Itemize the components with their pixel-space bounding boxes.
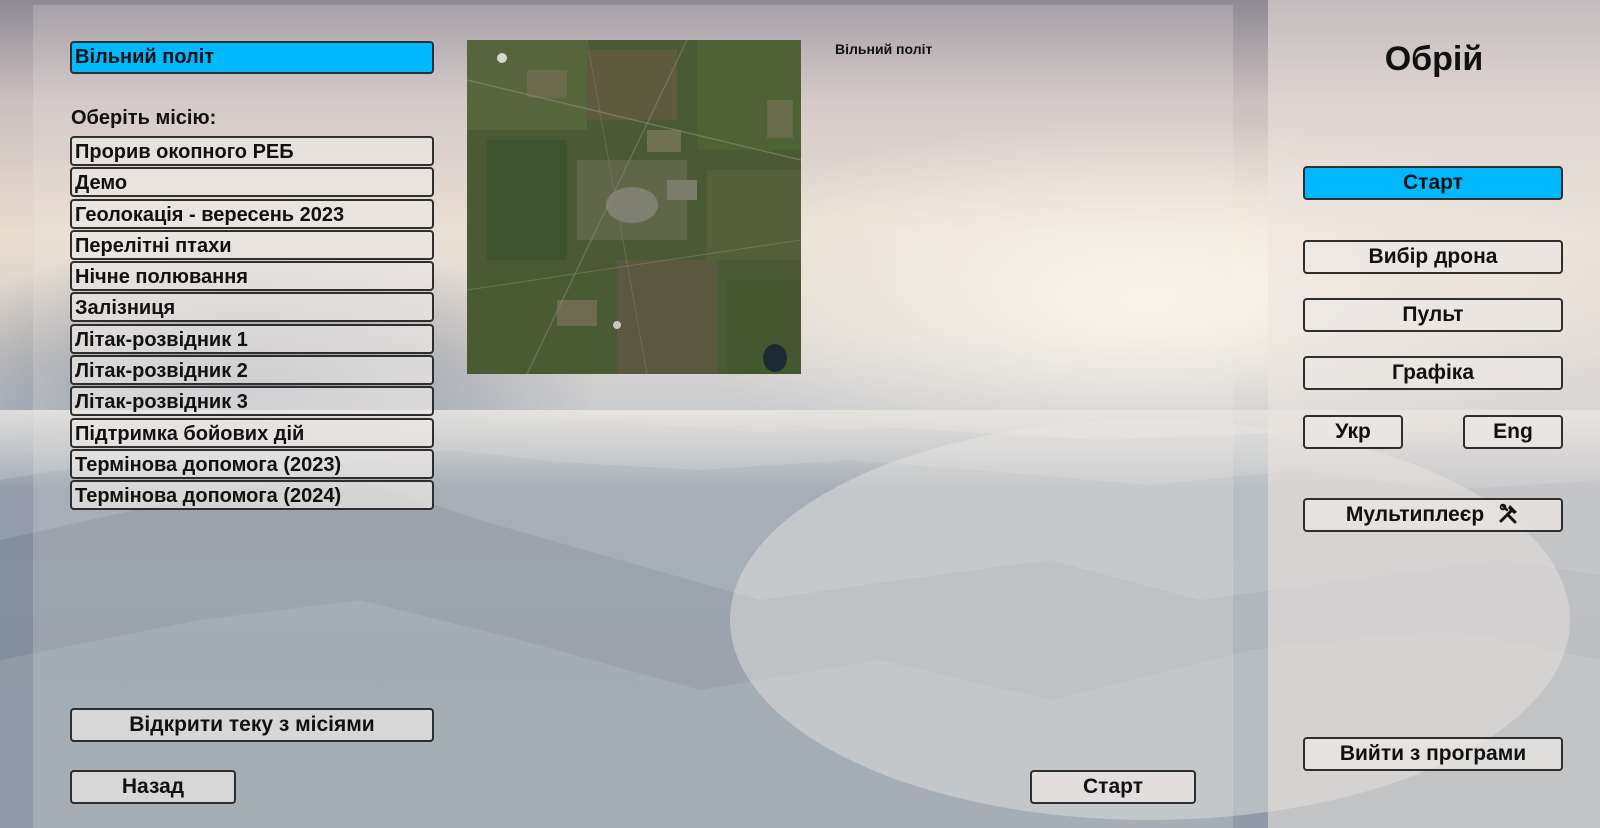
mission-item[interactable]: Літак-розвідник 2 (70, 355, 434, 385)
drone-select-button[interactable]: Вибір дрона (1303, 240, 1563, 274)
mission-item[interactable]: Нічне полювання (70, 261, 434, 291)
graphics-button[interactable]: Графіка (1303, 356, 1563, 390)
start-button[interactable]: Старт (1303, 166, 1563, 200)
game-title: Обрій (1384, 40, 1484, 78)
mission-start-button[interactable]: Старт (1030, 770, 1196, 804)
game-menu-screen: Вільний політ Оберіть місію: Прорив окоп… (0, 0, 1600, 828)
language-eng-button[interactable]: Eng (1463, 415, 1563, 449)
open-missions-folder-button[interactable]: Відкрити теку з місіями (70, 708, 434, 742)
back-button[interactable]: Назад (70, 770, 236, 804)
mission-item[interactable]: Термінова допомога (2023) (70, 449, 434, 479)
multiplayer-label: Мультиплеєр (1345, 503, 1485, 526)
mission-item[interactable]: Літак-розвідник 1 (70, 324, 434, 354)
selected-mission-button[interactable]: Вільний політ (70, 41, 434, 74)
mission-item[interactable]: Літак-розвідник 3 (70, 386, 434, 416)
mission-preview-caption: Вільний політ (835, 41, 933, 57)
mission-item[interactable]: Підтримка бойових дій (70, 418, 434, 448)
mission-item[interactable]: Прорив окопного РЕБ (70, 136, 434, 166)
remote-controller-button[interactable]: Пульт (1303, 298, 1563, 332)
mission-prompt-label: Оберіть місію: (71, 107, 217, 129)
mission-item[interactable]: Залізниця (70, 292, 434, 322)
exit-button[interactable]: Вийти з програми (1303, 737, 1563, 771)
mission-map-preview (467, 40, 801, 374)
mission-item[interactable]: Геолокація - вересень 2023 (70, 199, 434, 229)
tools-icon (1498, 502, 1520, 524)
mission-item[interactable]: Термінова допомога (2024) (70, 480, 434, 510)
main-menu-panel (1268, 0, 1600, 828)
mission-item[interactable]: Перелітні птахи (70, 230, 434, 260)
language-ukr-button[interactable]: Укр (1303, 415, 1403, 449)
mission-item[interactable]: Демо (70, 167, 434, 197)
multiplayer-button[interactable]: Мультиплеєр (1303, 498, 1563, 532)
